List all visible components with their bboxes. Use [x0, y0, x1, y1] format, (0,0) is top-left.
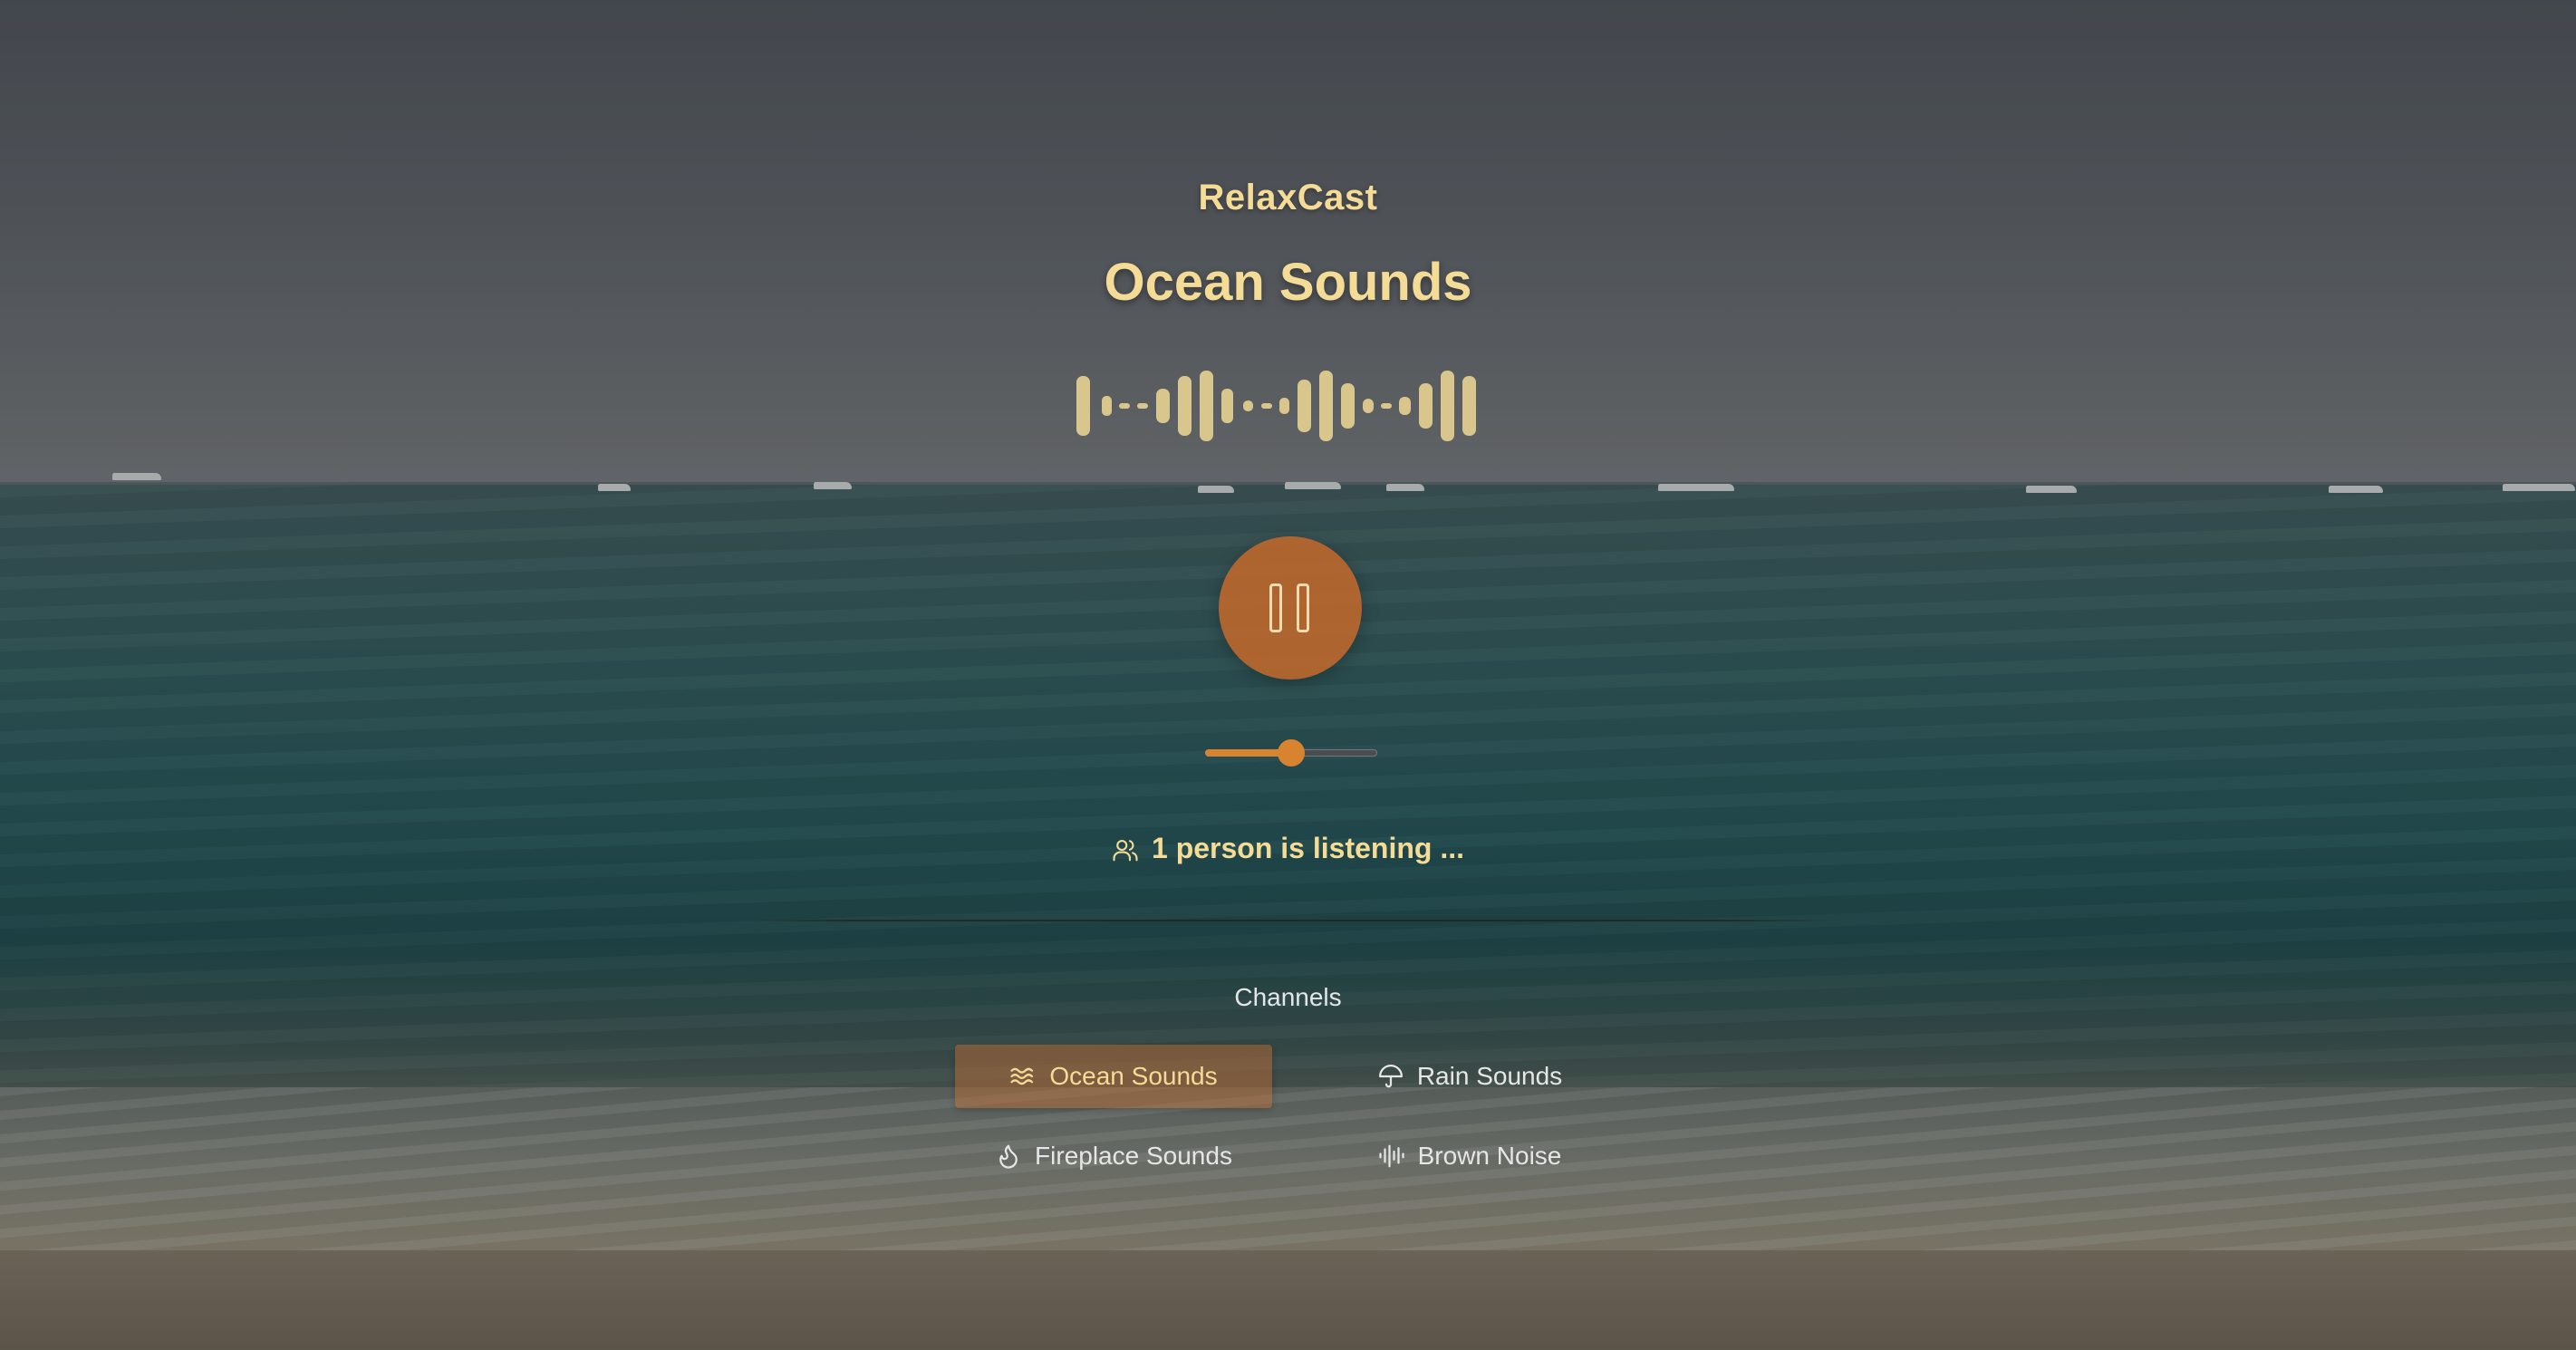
volume-slider-thumb[interactable] [1278, 739, 1305, 767]
visualizer-bar [1261, 403, 1272, 409]
visualizer-bar [1399, 397, 1411, 415]
users-icon [1113, 839, 1138, 862]
audio-lines-icon [1378, 1143, 1405, 1170]
listener-count-text: 1 person is listening ... [1152, 832, 1464, 864]
visualizer-bar [1243, 400, 1253, 411]
section-divider [741, 920, 1836, 921]
visualizer-bar [1102, 396, 1112, 416]
channel-label: Fireplace Sounds [1035, 1142, 1232, 1170]
visualizer-bar [1200, 371, 1213, 441]
listener-count: 1 person is listening ... [0, 832, 2576, 865]
audio-visualizer [1076, 371, 1476, 441]
visualizer-bar [1319, 371, 1333, 441]
channel-label: Ocean Sounds [1049, 1062, 1218, 1090]
waves-icon [1009, 1063, 1037, 1090]
player-panel: RelaxCast Ocean Sounds 1 person is liste… [0, 0, 2576, 1350]
flame-icon [995, 1143, 1022, 1170]
visualizer-bar [1178, 376, 1192, 436]
visualizer-bar [1381, 403, 1392, 409]
channel-ocean-sounds[interactable]: Ocean Sounds [955, 1045, 1272, 1108]
visualizer-bar [1221, 389, 1233, 423]
now-playing-title: Ocean Sounds [1104, 253, 1472, 312]
channel-label: Rain Sounds [1416, 1062, 1563, 1090]
play-pause-button[interactable] [1219, 536, 1362, 680]
visualizer-bar [1156, 389, 1170, 423]
visualizer-bar [1462, 376, 1476, 436]
volume-slider[interactable] [1205, 739, 1377, 767]
pause-icon-bar [1297, 583, 1309, 632]
umbrella-icon [1377, 1063, 1404, 1090]
visualizer-bar [1419, 383, 1433, 429]
channel-fireplace-sounds[interactable]: Fireplace Sounds [955, 1124, 1272, 1188]
visualizer-bar [1441, 371, 1454, 441]
visualizer-bar [1119, 403, 1130, 409]
visualizer-bar [1279, 398, 1289, 414]
visualizer-bar [1341, 383, 1355, 429]
channel-rain-sounds[interactable]: Rain Sounds [1325, 1045, 1615, 1108]
visualizer-bar [1076, 376, 1090, 436]
pause-icon-bar [1269, 583, 1282, 632]
channels-heading: Channels [1234, 983, 1342, 1011]
visualizer-bar [1363, 399, 1374, 413]
channel-label: Brown Noise [1417, 1142, 1562, 1170]
app-name: RelaxCast [1198, 178, 1378, 217]
channel-brown-noise[interactable]: Brown Noise [1325, 1124, 1615, 1188]
visualizer-bar [1137, 403, 1148, 409]
visualizer-bar [1298, 380, 1311, 432]
